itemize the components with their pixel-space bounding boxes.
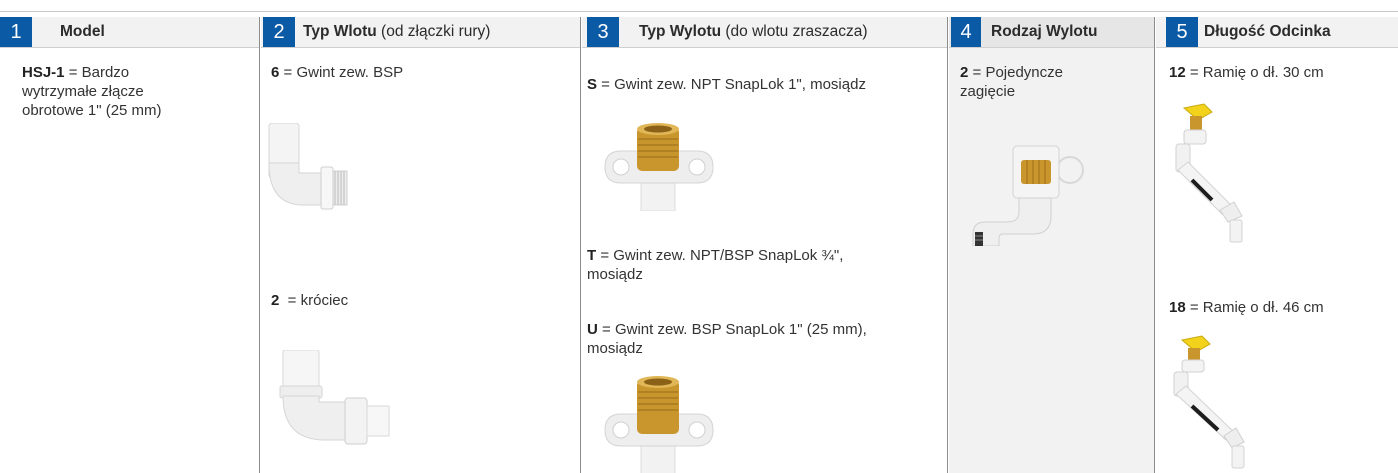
column-header: 3 Typ Wylotu (do wlotu zraszacza)	[582, 17, 948, 47]
column-title: Rodzaj Wylotu	[991, 23, 1098, 40]
column-body: HSJ-1 = Bardzo wytrzymałe złącze obrotow…	[0, 47, 260, 473]
outlet-style-option-2: 2 = Pojedyncze zagięcie	[960, 64, 1063, 100]
model-option: HSJ-1 = Bardzo wytrzymałe złącze obrotow…	[22, 64, 162, 119]
step-number-badge: 3	[587, 17, 619, 47]
column-divider	[947, 17, 948, 473]
brass-outlet-u-image	[604, 376, 714, 473]
threaded-elbow-image	[268, 123, 348, 210]
step-number-badge: 2	[263, 17, 295, 47]
outlet-option-u: U = Gwint zew. BSP SnapLok 1" (25 mm), m…	[587, 321, 867, 357]
step-number-badge: 1	[0, 17, 32, 47]
column-outlet-type: 3 Typ Wylotu (do wlotu zraszacza) S = Gw…	[582, 17, 948, 473]
column-divider	[259, 17, 260, 473]
arm-length-option-12: 12 = Ramię o dł. 30 cm	[1169, 64, 1324, 81]
column-body: 2 = Pojedyncze zagięcie	[949, 47, 1155, 473]
column-header: 1 Model	[0, 17, 260, 47]
swing-arm-18-image	[1173, 335, 1245, 469]
column-header: 2 Typ Wlotu (od złączki rury)	[261, 17, 581, 47]
column-arm-length: 5 Długość Odcinka 12 = Ramię o dł. 30 cm…	[1156, 17, 1398, 473]
column-body: S = Gwint zew. NPT SnapLok 1", mosiądz T…	[582, 47, 948, 473]
outlet-option-t: T = Gwint zew. NPT/BSP SnapLok ¾", mosią…	[587, 247, 844, 283]
column-title: Typ Wylotu (do wlotu zraszacza)	[639, 23, 868, 40]
column-title: Długość Odcinka	[1204, 23, 1331, 40]
single-bend-outlet-image	[972, 145, 1084, 246]
column-body: 6 = Gwint zew. BSP 2 = króciec	[261, 47, 581, 473]
swing-arm-12-image	[1175, 103, 1243, 243]
column-divider	[1154, 17, 1155, 473]
brass-outlet-s-image	[604, 123, 714, 211]
outlet-option-s: S = Gwint zew. NPT SnapLok 1", mosiądz	[587, 76, 866, 93]
column-title: Typ Wlotu (od złączki rury)	[303, 23, 491, 40]
column-divider	[580, 17, 581, 473]
column-body: 12 = Ramię o dł. 30 cm 18 = Ramię o dł. …	[1156, 47, 1398, 473]
column-header: 5 Długość Odcinka	[1156, 17, 1398, 47]
arm-length-option-18: 18 = Ramię o dł. 46 cm	[1169, 299, 1324, 316]
inlet-option-6: 6 = Gwint zew. BSP	[271, 64, 404, 81]
spec-table: 1 Model HSJ-1 = Bardzo wytrzymałe złącze…	[0, 0, 1398, 473]
column-model: 1 Model HSJ-1 = Bardzo wytrzymałe złącze…	[0, 17, 260, 473]
step-number-badge: 5	[1166, 17, 1198, 47]
column-inlet-type: 2 Typ Wlotu (od złączki rury) 6 = Gwint …	[261, 17, 581, 473]
spigot-elbow-image	[279, 350, 390, 445]
column-header: 4 Rodzaj Wylotu	[949, 17, 1155, 47]
step-number-badge: 4	[951, 17, 981, 47]
column-title: Model	[60, 23, 105, 40]
inlet-option-2: 2 = króciec	[271, 292, 349, 309]
top-rule	[0, 11, 1398, 12]
column-outlet-style: 4 Rodzaj Wylotu 2 = Pojedyncze zagięcie	[949, 17, 1155, 473]
